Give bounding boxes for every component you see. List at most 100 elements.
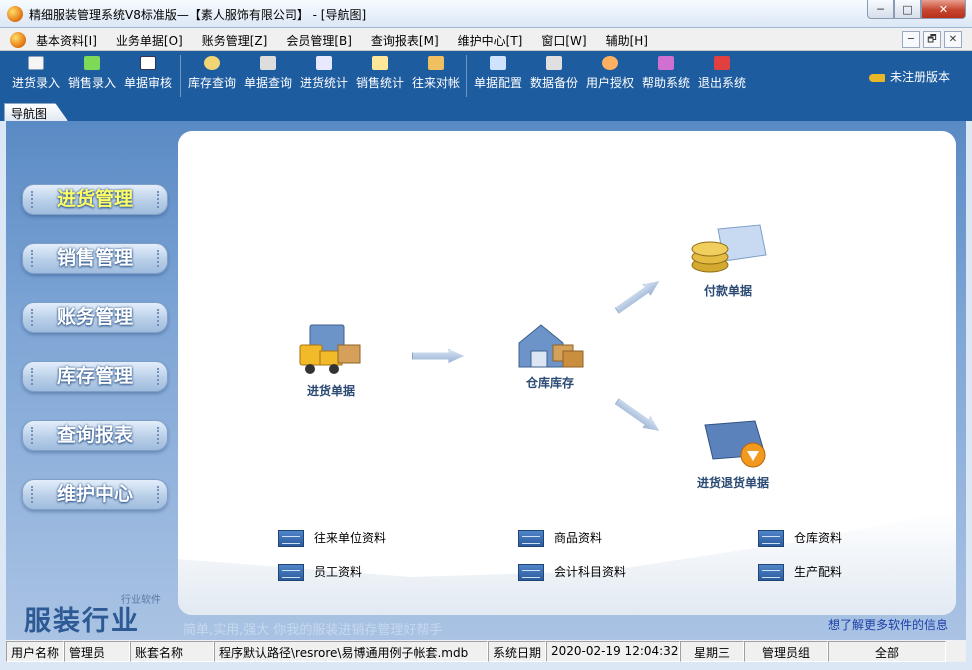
- purchase-stats-icon: [316, 56, 332, 70]
- link-warehouse-info[interactable]: 仓库资料: [758, 529, 842, 547]
- menu-business-docs[interactable]: 业务单据[O]: [116, 32, 183, 49]
- return-doc-icon: [704, 420, 766, 468]
- link-product-info[interactable]: 商品资料: [518, 529, 602, 547]
- sales-stats-icon: [372, 56, 388, 70]
- user-auth-icon: [602, 56, 618, 70]
- link-production-materials[interactable]: 生产配料: [758, 563, 842, 581]
- toolbar-doc-query[interactable]: 单据查询: [242, 56, 294, 98]
- status-user-value: 管理员: [64, 641, 130, 662]
- maximize-button[interactable]: □: [894, 0, 921, 19]
- nav-purchase-management[interactable]: 进货管理: [22, 184, 168, 215]
- status-datetime: 2020-02-19 12:04:32: [546, 641, 680, 662]
- app-icon: [7, 6, 23, 22]
- menu-window[interactable]: 窗口[W]: [541, 32, 586, 49]
- menu-maintenance[interactable]: 维护中心[T]: [458, 32, 523, 49]
- magnifier-icon: [204, 56, 220, 70]
- grip-icon: [157, 427, 159, 444]
- status-bar: 用户名称 管理员 账套名称 程序默认路径\resrore\易博通用例子帐套.md…: [6, 641, 966, 662]
- flow-warehouse-stock[interactable]: 仓库库存: [515, 321, 585, 391]
- grip-icon: [31, 486, 33, 503]
- link-employee-info[interactable]: 员工资料: [278, 563, 362, 581]
- toolbar-stock-query[interactable]: 库存查询: [186, 56, 238, 98]
- toolbar-user-auth[interactable]: 用户授权: [584, 56, 636, 98]
- status-account-label: 账套名称: [130, 641, 214, 662]
- tab-navigation-map[interactable]: 导航图: [4, 103, 68, 121]
- toolbar-purchase-entry[interactable]: 进货录入: [10, 56, 62, 98]
- checkbox-icon: [140, 56, 156, 70]
- nav-sales-management[interactable]: 销售管理: [22, 243, 168, 274]
- grip-icon: [31, 250, 33, 267]
- status-date-label: 系统日期: [488, 641, 546, 662]
- toolbar-help[interactable]: 帮助系统: [640, 56, 692, 98]
- flow-payment-docs[interactable]: 付款单据: [688, 221, 768, 299]
- table-icon: [518, 564, 544, 581]
- nav-account-management[interactable]: 账务管理: [22, 302, 168, 333]
- menu-help[interactable]: 辅助[H]: [606, 32, 648, 49]
- toolbar-backup[interactable]: 数据备份: [528, 56, 580, 98]
- flow-arrow-up-right: [613, 275, 664, 316]
- flow-purchase-return-docs[interactable]: 进货退货单据: [683, 419, 783, 491]
- backup-icon: [546, 56, 562, 70]
- table-icon: [278, 530, 304, 547]
- mdi-minimize-button[interactable]: ─: [902, 31, 920, 48]
- key-icon: [868, 73, 885, 82]
- toolbar-exit[interactable]: 退出系统: [696, 56, 748, 98]
- toolbar: 进货录入 销售录入 单据审核 库存查询 单据查询 进货统计 销售统计 往来对帐 …: [0, 51, 972, 101]
- document-search-icon: [260, 56, 276, 70]
- tab-strip: 导航图: [0, 101, 972, 121]
- toolbar-doc-audit[interactable]: 单据审核: [122, 56, 174, 98]
- status-weekday: 星期三: [680, 641, 744, 662]
- window-title: 精细服装管理系统V8标准版—【素人服饰有限公司】 - [导航图]: [29, 8, 367, 22]
- left-navigation: 进货管理 销售管理 账务管理 库存管理 查询报表 维护中心: [22, 184, 168, 538]
- minimize-button[interactable]: ─: [867, 0, 894, 19]
- status-user-group: 管理员组: [744, 641, 828, 662]
- truck-icon: [299, 324, 361, 374]
- menu-basic-data[interactable]: 基本资料[I]: [36, 32, 97, 49]
- grip-icon: [157, 250, 159, 267]
- window-frame-right: [966, 121, 972, 662]
- link-account-subjects[interactable]: 会计科目资料: [518, 563, 626, 581]
- grip-icon: [31, 191, 33, 208]
- window-controls: ─ □ ✕: [867, 0, 966, 20]
- more-info-link[interactable]: 想了解更多软件的信息: [828, 616, 948, 633]
- menu-reports[interactable]: 查询报表[M]: [371, 32, 439, 49]
- menu-members[interactable]: 会员管理[B]: [286, 32, 352, 49]
- mdi-app-icon[interactable]: [10, 32, 26, 48]
- grip-icon: [157, 191, 159, 208]
- nav-query-reports[interactable]: 查询报表: [22, 420, 168, 451]
- nav-inventory-management[interactable]: 库存管理: [22, 361, 168, 392]
- grip-icon: [157, 368, 159, 385]
- reconcile-icon: [428, 56, 444, 70]
- brand-logo-text: 服装行业: [24, 606, 140, 637]
- mdi-restore-button[interactable]: 🗗: [923, 31, 941, 48]
- grip-icon: [31, 309, 33, 326]
- toolbar-sales-entry[interactable]: 销售录入: [66, 56, 118, 98]
- table-icon: [518, 530, 544, 547]
- navigation-workarea: 进货管理 销售管理 账务管理 库存管理 查询报表 维护中心 进货单据 仓库库存 …: [6, 121, 966, 640]
- mdi-close-button[interactable]: ✕: [944, 31, 962, 48]
- status-account-path: 程序默认路径\resrore\易博通用例子帐套.mdb: [214, 641, 488, 662]
- toolbar-purchase-stats[interactable]: 进货统计: [298, 56, 350, 98]
- link-partner-info[interactable]: 往来单位资料: [278, 529, 386, 547]
- toolbar-sales-stats[interactable]: 销售统计: [354, 56, 406, 98]
- menu-accounts[interactable]: 账务管理[Z]: [202, 32, 268, 49]
- grip-icon: [157, 486, 159, 503]
- flow-arrow-down-right: [613, 395, 664, 436]
- toolbar-reconcile[interactable]: 往来对帐: [410, 56, 462, 98]
- flow-purchase-docs[interactable]: 进货单据: [296, 319, 366, 399]
- exit-icon: [714, 56, 730, 70]
- toolbar-doc-config[interactable]: 单据配置: [472, 56, 524, 98]
- sales-entry-icon: [84, 56, 100, 70]
- flow-arrow-right: [412, 349, 464, 363]
- flow-panel: 进货单据 仓库库存 付款单据 进货退货单据 往来单位资料 商品资料 仓库资料 员…: [178, 131, 956, 615]
- status-user-label: 用户名称: [6, 641, 64, 662]
- window-frame-bottom: [0, 662, 972, 670]
- nav-maintenance-center[interactable]: 维护中心: [22, 479, 168, 510]
- help-book-icon: [658, 56, 674, 70]
- warehouse-icon: [518, 324, 584, 368]
- registration-status[interactable]: 未注册版本: [868, 68, 950, 85]
- save-icon: [28, 56, 44, 70]
- title-bar: 精细服装管理系统V8标准版—【素人服饰有限公司】 - [导航图] ─ □ ✕: [0, 0, 972, 28]
- close-button[interactable]: ✕: [921, 0, 966, 19]
- grip-icon: [31, 368, 33, 385]
